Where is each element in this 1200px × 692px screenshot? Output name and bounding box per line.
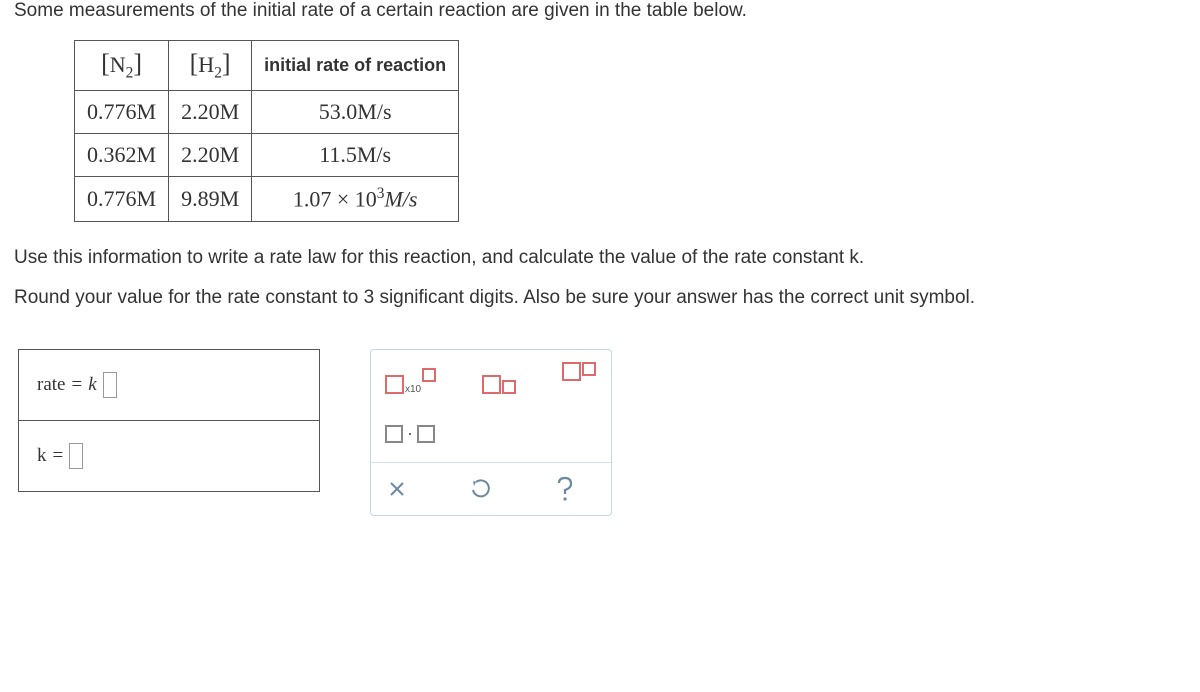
equals: = [53,445,64,467]
equation-palette: x10 · [370,349,612,516]
prompt-intro: Some measurements of the initial rate of… [14,0,1186,22]
prompt-mid: Use this information to write a rate law… [14,247,1186,269]
prompt-end: Round your value for the rate constant t… [14,287,1186,309]
help-button[interactable] [553,477,577,501]
superscript-button[interactable] [562,362,596,394]
equals: = [71,374,82,396]
col-header-n2: [N2] [75,41,169,91]
clear-button[interactable] [385,477,409,501]
rate-law-row: rate = k [19,350,319,421]
rate-label: rate [37,374,65,396]
rate-constant-row: k = [19,421,319,491]
col-header-h2: [H2] [169,41,252,91]
sci-notation-button[interactable]: x10 [385,362,436,394]
k-symbol: k [88,374,96,396]
multiply-button[interactable]: · [385,418,435,450]
subscript-button[interactable] [482,362,516,394]
k-label: k [37,445,47,467]
answer-box: rate = k k = [18,349,320,492]
table-row: 0.776M 2.20M 53.0M/s [75,91,459,134]
rate-law-input[interactable] [103,372,117,398]
undo-button[interactable] [469,477,493,501]
col-header-rate: initial rate of reaction [252,41,459,91]
table-row: 0.776M 9.89M 1.07 × 103M/s [75,177,459,221]
table-row: 0.362M 2.20M 11.5M/s [75,134,459,177]
rate-constant-input[interactable] [69,443,83,469]
data-table: [N2] [H2] initial rate of reaction 0.776… [74,40,459,222]
